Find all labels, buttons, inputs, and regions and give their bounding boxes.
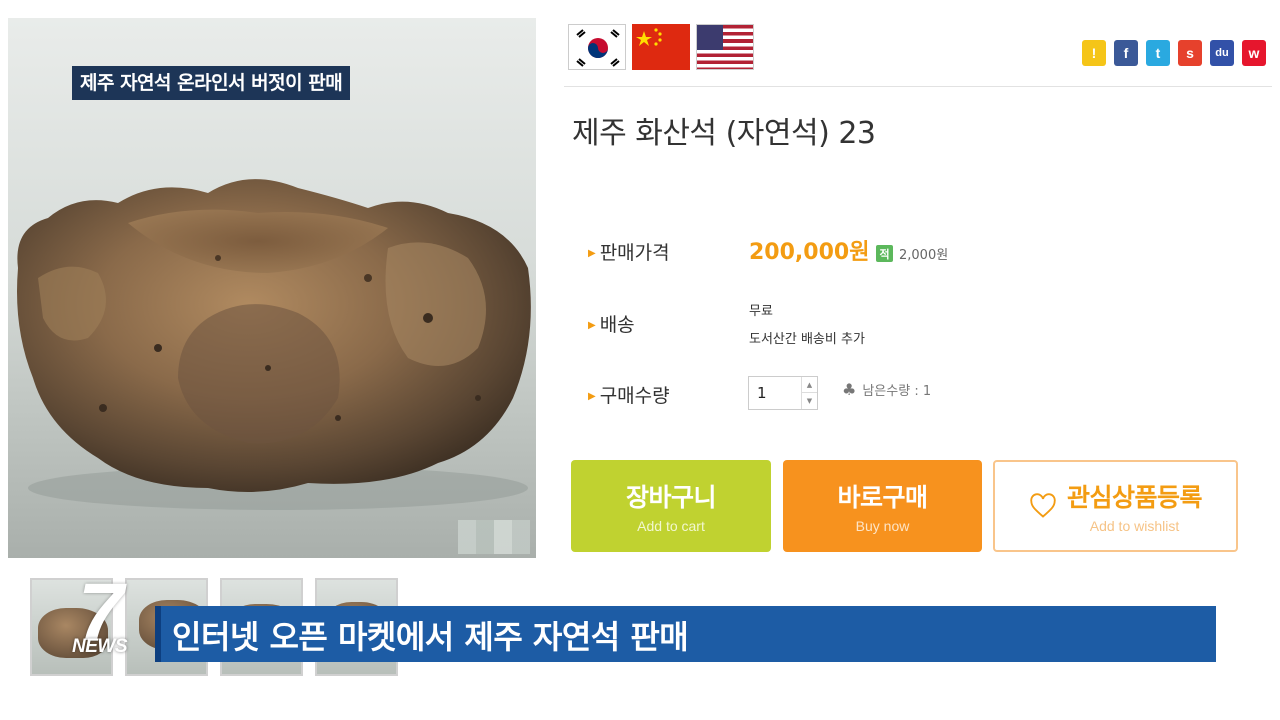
quantity-increase-button[interactable]: ▲ <box>801 377 817 393</box>
quantity-stepper: ▲ ▼ <box>748 376 818 410</box>
quantity-label: ▶ 구매수량 <box>588 381 670 408</box>
image-caption: 제주 자연석 온라인서 버젓이 판매 <box>72 66 351 100</box>
price-label: ▶ 판매가격 <box>588 238 670 265</box>
broadcaster-logo: 7 NEWS <box>66 567 158 662</box>
facebook-icon[interactable]: f <box>1114 40 1138 66</box>
bullet-icon: ▶ <box>588 320 596 331</box>
logo-text: NEWS <box>72 636 128 657</box>
shipping-label: ▶ 배송 <box>588 310 635 337</box>
news-headline: 인터넷 오픈 마켓에서 제주 자연석 판매 <box>172 618 689 656</box>
korean-flag-icon[interactable] <box>568 24 626 70</box>
bullet-icon: ▶ <box>588 391 596 402</box>
add-to-wishlist-button[interactable]: 관심상품등록 Add to wishlist <box>993 460 1238 552</box>
me2day-icon[interactable]: s <box>1178 40 1202 66</box>
shipping-label-text: 배송 <box>599 314 635 336</box>
header-divider <box>564 86 1272 87</box>
bullet-icon: ▶ <box>588 248 596 259</box>
quantity-label-text: 구매수량 <box>599 385 670 407</box>
buy-button-sublabel: Buy now <box>855 518 910 534</box>
cart-button-label: 장바구니 <box>625 483 717 512</box>
wish-button-sublabel: Add to wishlist <box>1089 518 1180 534</box>
buy-now-button[interactable]: 바로구매 Buy now <box>783 460 982 552</box>
price-label-text: 판매가격 <box>599 242 670 264</box>
baidu-icon[interactable]: du <box>1210 40 1234 66</box>
product-main-image: 제주 자연석 온라인서 버젓이 판매 <box>8 18 536 558</box>
china-flag-icon[interactable] <box>632 24 690 70</box>
quantity-decrease-button[interactable]: ▼ <box>801 393 817 409</box>
cart-button-sublabel: Add to cart <box>637 518 705 534</box>
product-title: 제주 화산석 (자연석) 23 <box>572 116 876 151</box>
stock-text: 남은수량 : 1 <box>862 384 932 399</box>
weibo-icon[interactable]: w <box>1242 40 1266 66</box>
wish-button-label: 관심상품등록 <box>1066 483 1203 512</box>
social-share-bar: ! f t s du w <box>1082 40 1266 66</box>
points-value: 2,000원 <box>899 248 949 263</box>
reward-points: 적 2,000원 <box>876 244 948 263</box>
us-flag-icon[interactable] <box>696 24 754 70</box>
shipping-cost: 무료 <box>749 304 773 319</box>
product-price: 200,000원 <box>749 240 870 265</box>
add-to-cart-button[interactable]: 장바구니 Add to cart <box>571 460 771 552</box>
heart-icon <box>1030 493 1056 518</box>
twitter-icon[interactable]: t <box>1146 40 1170 66</box>
stock-remaining: ♣ 남은수량 : 1 <box>842 380 931 399</box>
club-icon: ♣ <box>842 380 857 399</box>
points-icon: 적 <box>876 245 893 262</box>
buy-button-label: 바로구매 <box>837 483 928 512</box>
mosaic-blur <box>458 520 530 554</box>
language-selector <box>568 24 754 70</box>
kakaostory-icon[interactable]: ! <box>1082 40 1106 66</box>
quantity-input[interactable] <box>749 377 801 409</box>
shipping-note: 도서산간 배송비 추가 <box>749 332 865 347</box>
